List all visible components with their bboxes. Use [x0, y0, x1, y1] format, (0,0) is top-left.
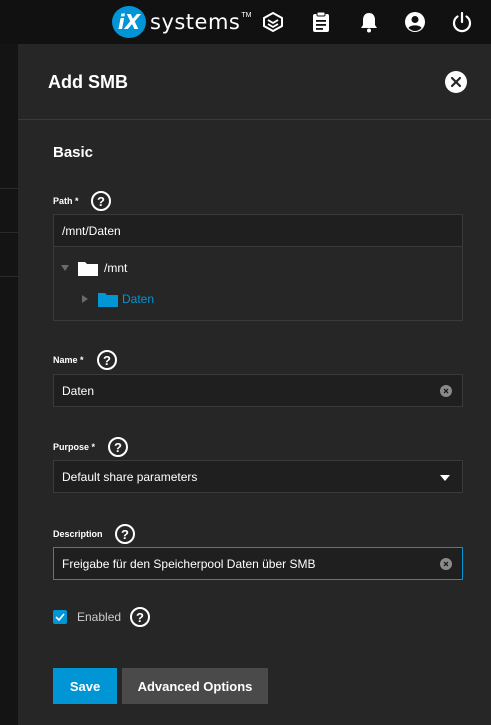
purpose-select[interactable]: Default share parameters: [53, 460, 463, 493]
dropdown-arrow-icon: [440, 475, 450, 481]
power-icon[interactable]: [450, 10, 474, 34]
close-button[interactable]: [445, 71, 467, 93]
top-bar: iX systems TM: [0, 0, 491, 44]
clipboard-icon[interactable]: [309, 10, 333, 34]
tree-item-label: /mnt: [104, 261, 128, 275]
logo-text: systems: [150, 10, 241, 34]
logo-badge: iX: [112, 6, 146, 38]
account-icon[interactable]: [403, 10, 427, 34]
name-input[interactable]: Daten: [53, 374, 463, 407]
bell-icon[interactable]: [357, 10, 381, 34]
path-tree: /mnt Daten: [53, 247, 463, 321]
add-smb-panel: Add SMB Basic Path * ? /mnt/Daten /mnt D…: [18, 44, 491, 725]
clear-icon[interactable]: [440, 385, 452, 397]
name-help-icon[interactable]: ?: [97, 350, 117, 370]
folder-icon: [98, 293, 118, 307]
tree-item-label: Daten: [122, 292, 155, 306]
description-help-icon[interactable]: ?: [115, 524, 135, 544]
background-list: [0, 44, 18, 725]
purpose-value: Default share parameters: [62, 469, 198, 484]
path-help-icon[interactable]: ?: [91, 191, 111, 211]
enabled-label: Enabled: [77, 610, 122, 624]
panel-title: Add SMB: [48, 72, 128, 92]
collapsed-arrow-icon[interactable]: [80, 294, 90, 304]
save-button[interactable]: Save: [53, 668, 117, 704]
truecommand-icon[interactable]: [261, 10, 285, 34]
folder-icon: [78, 262, 98, 276]
name-label: Name *: [53, 355, 84, 365]
name-value: Daten: [62, 383, 95, 398]
clear-icon[interactable]: [440, 558, 452, 570]
description-input[interactable]: Freigabe für den Speicherpool Daten über…: [53, 547, 463, 580]
purpose-label: Purpose *: [53, 442, 96, 452]
purpose-help-icon[interactable]: ?: [108, 437, 128, 457]
ixsystems-logo[interactable]: iX systems TM: [112, 6, 251, 38]
enabled-help-icon[interactable]: ?: [130, 607, 150, 627]
description-label: Description: [53, 529, 103, 539]
enabled-checkbox[interactable]: [53, 610, 67, 624]
logo-tm: TM: [241, 12, 252, 19]
checkmark-icon: [55, 613, 65, 621]
tree-item-daten[interactable]: Daten: [80, 290, 154, 308]
panel-header: Add SMB: [18, 44, 491, 120]
close-icon: [450, 76, 462, 88]
advanced-options-button[interactable]: Advanced Options: [122, 668, 268, 704]
path-label: Path *: [53, 196, 79, 206]
path-input[interactable]: /mnt/Daten: [53, 214, 463, 247]
expanded-arrow-icon[interactable]: [60, 263, 70, 273]
description-value: Freigabe für den Speicherpool Daten über…: [62, 556, 316, 571]
section-title: Basic: [53, 144, 94, 161]
tree-item-mnt[interactable]: /mnt: [60, 259, 127, 277]
